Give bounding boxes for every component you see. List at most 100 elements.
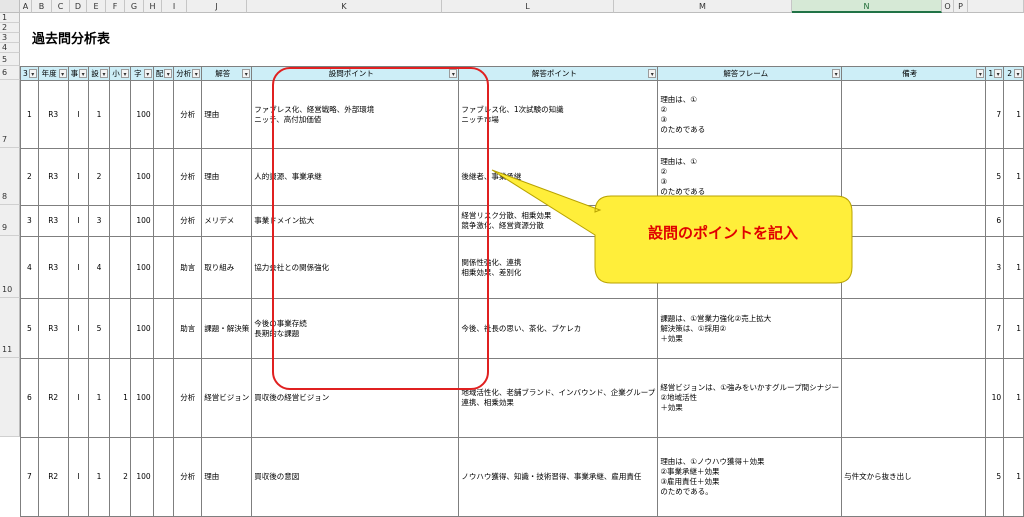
table-cell[interactable]: 7 — [985, 80, 1005, 149]
row-header-11[interactable]: 11 — [0, 298, 20, 358]
table-cell[interactable]: I — [67, 437, 90, 517]
table-cell[interactable]: 事業ドメイン拡大 — [251, 205, 460, 237]
row-header-8[interactable]: 8 — [0, 148, 20, 205]
table-cell[interactable]: 課題・解決策 — [201, 298, 253, 359]
table-cell[interactable]: 1 — [88, 80, 111, 149]
table-cell[interactable]: R3 — [37, 236, 69, 299]
table-cell[interactable]: 2 — [88, 148, 111, 206]
table-cell[interactable]: 2 — [109, 437, 131, 517]
table-cell[interactable]: 分析 — [173, 205, 203, 237]
row-header-1[interactable]: 1 — [0, 13, 20, 23]
filter-dropdown-button[interactable]: ▾ — [143, 69, 152, 78]
table-cell[interactable]: 買収後の意図 — [251, 437, 460, 517]
row-header-5[interactable]: 5 — [0, 53, 20, 66]
table-cell[interactable]: 2 — [20, 148, 39, 206]
column-header-m[interactable]: M — [614, 0, 792, 13]
column-header-p[interactable]: P — [954, 0, 968, 13]
column-header-l[interactable]: L — [442, 0, 614, 13]
table-cell[interactable]: R3 — [37, 205, 69, 237]
table-cell[interactable] — [841, 80, 987, 149]
table-cell[interactable]: I — [67, 205, 90, 237]
table-cell[interactable] — [109, 148, 131, 206]
column-header-e[interactable]: E — [87, 0, 106, 13]
filter-dropdown-button[interactable]: ▾ — [832, 69, 841, 78]
table-cell[interactable]: 100 — [129, 148, 154, 206]
table-cell[interactable] — [152, 236, 175, 299]
filter-dropdown-button[interactable]: ▾ — [648, 69, 657, 78]
filter-dropdown-button[interactable]: ▾ — [449, 69, 458, 78]
table-cell[interactable]: 理由 — [201, 148, 253, 206]
table-cell[interactable] — [152, 437, 175, 517]
column-header-i[interactable]: I — [162, 0, 187, 13]
table-cell[interactable]: 4 — [88, 236, 111, 299]
table-cell[interactable]: 4 — [20, 236, 39, 299]
table-cell[interactable]: 100 — [129, 298, 154, 359]
table-cell[interactable] — [152, 298, 175, 359]
table-cell[interactable] — [841, 148, 987, 206]
table-cell[interactable]: 6 — [20, 358, 39, 438]
table-cell[interactable]: 買収後の経営ビジョン — [251, 358, 460, 438]
table-cell[interactable]: 助言 — [173, 236, 203, 299]
table-cell[interactable]: 5 — [88, 298, 111, 359]
table-cell[interactable]: 5 — [985, 148, 1005, 206]
table-cell[interactable]: ファブレス化、経営戦略、外部環境 ニッチ、高付加価値 — [251, 80, 460, 149]
table-cell[interactable] — [109, 80, 131, 149]
table-cell[interactable] — [841, 358, 987, 438]
table-cell[interactable]: 5 — [985, 437, 1005, 517]
table-cell[interactable]: 1 — [109, 358, 131, 438]
table-cell[interactable]: ノウハウ獲得、知識・技術習得、事業承継、雇用責任 — [458, 437, 659, 517]
filter-dropdown-button[interactable]: ▾ — [79, 69, 88, 78]
table-cell[interactable]: I — [67, 148, 90, 206]
table-cell[interactable]: 与件文から抜き出し — [841, 437, 987, 517]
row-header-10[interactable]: 10 — [0, 236, 20, 298]
filter-dropdown-button[interactable]: ▾ — [1014, 69, 1022, 78]
table-cell[interactable]: 経営ビジョンは、①強みをいかすグループ間シナジー ②地域活性 ＋効果 — [657, 358, 843, 438]
table-cell[interactable] — [841, 298, 987, 359]
column-header-o[interactable]: O — [942, 0, 954, 13]
table-cell[interactable]: 100 — [129, 358, 154, 438]
table-cell[interactable]: R3 — [37, 298, 69, 359]
column-header-j[interactable]: J — [187, 0, 247, 13]
table-cell[interactable]: 100 — [129, 80, 154, 149]
table-cell[interactable]: 理由は、① ② ③ のためである — [657, 80, 843, 149]
table-cell[interactable]: 3 — [20, 205, 39, 237]
row-header-9[interactable]: 9 — [0, 205, 20, 236]
table-cell[interactable]: 協力会社との関係強化 — [251, 236, 460, 299]
table-cell[interactable]: 人的資源、事業承継 — [251, 148, 460, 206]
table-cell[interactable]: 1 — [1003, 298, 1024, 359]
column-header-b[interactable]: B — [32, 0, 52, 13]
table-cell[interactable] — [152, 358, 175, 438]
select-all-corner[interactable] — [0, 0, 20, 13]
table-cell[interactable]: 分析 — [173, 80, 203, 149]
table-cell[interactable]: 取り組み — [201, 236, 253, 299]
column-header-c[interactable]: C — [52, 0, 70, 13]
filter-dropdown-button[interactable]: ▾ — [120, 69, 129, 78]
table-cell[interactable]: R2 — [37, 437, 69, 517]
table-cell[interactable]: 7 — [985, 298, 1005, 359]
table-cell[interactable]: 1 — [88, 437, 111, 517]
table-cell[interactable] — [841, 205, 987, 237]
table-cell[interactable]: 3 — [88, 205, 111, 237]
table-cell[interactable] — [841, 236, 987, 299]
row-header-2[interactable]: 2 — [0, 23, 20, 33]
table-cell[interactable]: 3 — [985, 236, 1005, 299]
column-header-d[interactable]: D — [70, 0, 87, 13]
table-cell[interactable] — [152, 205, 175, 237]
table-cell[interactable]: 地域活性化、老舗ブランド、インバウンド、企業グループ 連携、相乗効果 — [458, 358, 659, 438]
row-header-4[interactable]: 4 — [0, 43, 20, 53]
table-cell[interactable]: 100 — [129, 205, 154, 237]
table-cell[interactable]: 5 — [20, 298, 39, 359]
filter-dropdown-button[interactable]: ▾ — [994, 69, 1003, 78]
table-cell[interactable]: 理由 — [201, 80, 253, 149]
table-cell[interactable]: 1 — [1003, 358, 1024, 438]
table-cell[interactable]: I — [67, 236, 90, 299]
table-cell[interactable]: 理由は、①ノウハウ獲得＋効果 ②事業承継＋効果 ③雇用責任＋効果 のためである。 — [657, 437, 843, 517]
filter-dropdown-button[interactable]: ▾ — [58, 69, 67, 78]
table-cell[interactable]: 分析 — [173, 358, 203, 438]
table-cell[interactable] — [109, 298, 131, 359]
filter-dropdown-button[interactable]: ▾ — [242, 69, 251, 78]
column-header-g[interactable]: G — [125, 0, 144, 13]
row-header-6[interactable]: 6 — [0, 66, 20, 80]
table-cell[interactable]: 関係性強化、連携 相乗効果、差別化 — [458, 236, 659, 299]
table-cell[interactable]: 7 — [20, 437, 39, 517]
